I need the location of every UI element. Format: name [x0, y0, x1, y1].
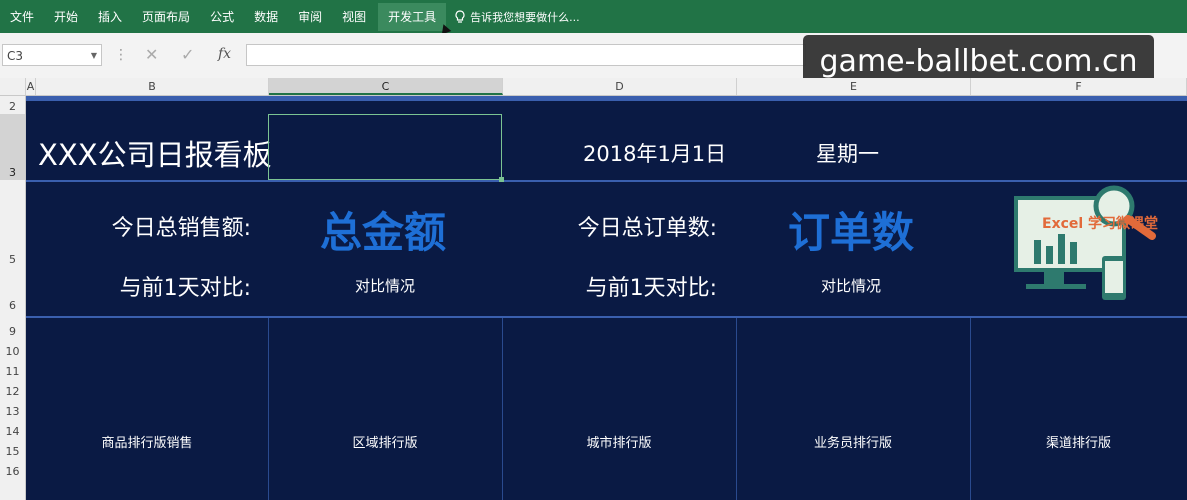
row-header-13[interactable]: 13: [0, 402, 25, 422]
top-border: [26, 96, 1187, 101]
column-header-a[interactable]: A: [26, 78, 36, 95]
selected-cell-c3[interactable]: [268, 114, 502, 180]
orders-label: 今日总订单数:: [577, 216, 717, 241]
insert-function-icon[interactable]: fx: [218, 46, 231, 62]
sales-compare-label: 与前1天对比:: [119, 276, 251, 301]
ranking-salesperson: 业务员排行版: [813, 436, 892, 451]
column-divider-2: [502, 318, 503, 500]
enter-icon[interactable]: ✓: [181, 45, 194, 64]
orders-compare-value: 对比情况: [820, 277, 881, 295]
sales-compare-value: 对比情况: [354, 277, 415, 295]
row-header-12[interactable]: 12: [0, 382, 25, 402]
logo-text: Excel 学习微课堂: [1042, 215, 1158, 232]
dashboard: XXX公司日报看板 2018年1月1日 星期一 今日总销售额: 总金额 与前1天…: [26, 96, 1187, 500]
column-headers: A B C D E F: [0, 78, 1187, 96]
row-header-14[interactable]: 14: [0, 422, 25, 442]
row-header-11[interactable]: 11: [0, 362, 25, 382]
tab-formulas[interactable]: 公式: [200, 3, 244, 31]
column-divider-3: [736, 318, 737, 500]
cancel-icon[interactable]: ✕: [145, 45, 158, 64]
name-box[interactable]: C3 ▼: [2, 44, 102, 66]
ranking-channel: 渠道排行版: [1045, 436, 1111, 451]
sales-label: 今日总销售额:: [111, 216, 251, 241]
tab-insert[interactable]: 插入: [88, 3, 132, 31]
formula-input[interactable]: [246, 44, 806, 66]
row-header-3[interactable]: 3: [0, 114, 25, 180]
dashboard-title: XXX公司日报看板: [38, 138, 272, 172]
tab-home[interactable]: 开始: [44, 3, 88, 31]
tab-review[interactable]: 审阅: [288, 3, 332, 31]
tab-view[interactable]: 视图: [332, 3, 376, 31]
column-header-c[interactable]: C: [269, 78, 503, 95]
orders-compare-label: 与前1天对比:: [585, 276, 717, 301]
column-header-e[interactable]: E: [737, 78, 971, 95]
select-all-corner[interactable]: [0, 78, 26, 95]
column-divider-1: [268, 318, 269, 500]
report-weekday: 星期一: [816, 142, 879, 166]
report-date: 2018年1月1日: [583, 142, 727, 166]
row-header-9[interactable]: 9: [0, 322, 25, 342]
tab-data[interactable]: 数据: [244, 3, 288, 31]
row-header-6[interactable]: 6: [0, 266, 25, 322]
tell-me-box[interactable]: 告诉我您想要做什么...: [454, 9, 580, 25]
kpi-divider: [26, 316, 1187, 318]
ranking-products: 商品排行版销售: [101, 436, 193, 451]
excel-course-logo-icon: Excel 学习微课堂: [1014, 185, 1158, 300]
tab-file[interactable]: 文件: [0, 3, 44, 31]
sales-value: 总金额: [320, 208, 447, 257]
column-header-d[interactable]: D: [503, 78, 737, 95]
tell-me-text: 告诉我您想要做什么...: [470, 10, 580, 24]
name-box-value: C3: [7, 49, 24, 63]
row-header-2[interactable]: 2: [0, 96, 25, 114]
fill-handle[interactable]: [499, 177, 504, 182]
chevron-down-icon[interactable]: ▼: [91, 45, 97, 67]
row-header-10[interactable]: 10: [0, 342, 25, 362]
ranking-city: 城市排行版: [586, 436, 652, 451]
row-header-5[interactable]: 5: [0, 180, 25, 266]
column-header-b[interactable]: B: [36, 78, 269, 95]
lightbulb-icon: [455, 9, 465, 23]
orders-value: 订单数: [788, 208, 915, 257]
row-headers: 2 3 5 6 9 10 11 12 13 14 15 16: [0, 96, 26, 500]
row-header-16[interactable]: 16: [0, 462, 25, 482]
ranking-region: 区域排行版: [352, 436, 418, 451]
tab-page-layout[interactable]: 页面布局: [132, 3, 200, 31]
column-divider-4: [970, 318, 971, 500]
column-header-f[interactable]: F: [971, 78, 1187, 95]
row-header-15[interactable]: 15: [0, 442, 25, 462]
header-divider: [26, 180, 1187, 182]
tab-developer[interactable]: 开发工具: [378, 2, 447, 31]
more-options-icon[interactable]: ⋮: [114, 47, 128, 63]
ribbon-menu: 文件 开始 插入 页面布局 公式 数据 审阅 视图 开发工具 告诉我您想要做什么…: [0, 0, 1187, 33]
